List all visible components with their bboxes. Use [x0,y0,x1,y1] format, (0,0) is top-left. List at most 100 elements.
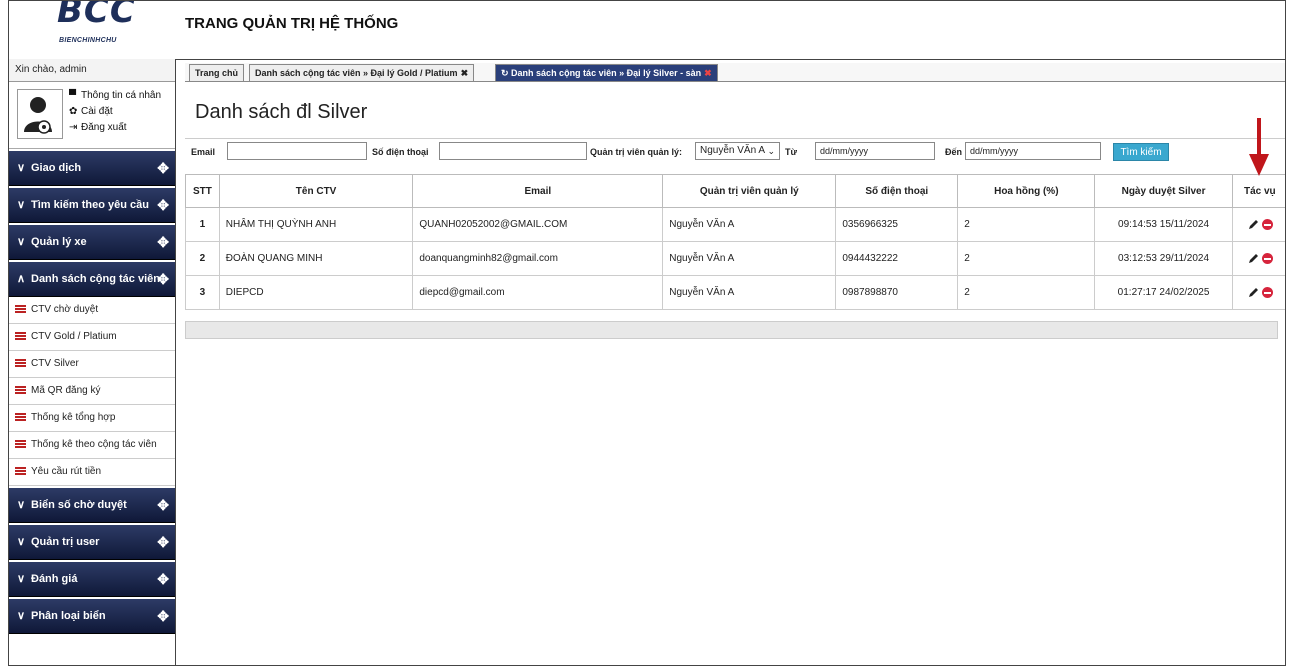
logout-link[interactable]: ⇥ Đăng xuất [69,120,161,136]
greeting: Xin chào, admin [9,59,175,82]
cell-stt: 1 [185,207,220,242]
tab-silver[interactable]: ↻ Danh sách cộng tác viên » Đại lý Silve… [495,64,718,81]
tab-label: Trang chủ [195,68,239,78]
edit-icon[interactable] [1247,219,1259,231]
col-admin: Quản trị viên quản lý [662,174,837,208]
cell-email: diepcd@gmail.com [412,275,664,310]
cell-email: doanquangminh82@gmail.com [412,241,664,276]
edit-icon[interactable] [1247,287,1259,299]
nav-section-quan-ly-xe[interactable]: ∨ Quản lý xe ✥ [9,225,175,260]
table-row: 3 DIEPCD diepcd@gmail.com Nguyễn VĂn A 0… [185,275,1285,310]
col-name: Tên CTV [218,174,414,208]
nav-section-danh-sach-ctv[interactable]: ∧ Danh sách cộng tác viên ✥ [9,262,175,297]
search-button[interactable]: Tìm kiếm [1113,143,1169,161]
move-icon: ✥ [157,571,169,587]
cell-commission: 2 [957,207,1096,242]
cell-actions [1231,241,1285,276]
cell-stt: 3 [185,275,220,310]
sidebar-item-ctv-silver[interactable]: CTV Silver [9,351,175,378]
phone-field[interactable] [439,142,587,160]
nav-section-label: Biển số chờ duyệt [31,499,127,511]
phone-label: Số điện thoại [372,147,429,157]
to-date-field[interactable] [965,142,1101,160]
list-icon [15,359,26,367]
list-icon [15,440,26,448]
cell-phone: 0356966325 [835,207,959,242]
list-icon [15,332,26,340]
annotation-arrow-icon [1249,118,1269,176]
nav-section-quan-tri-user[interactable]: ∨ Quản trị user ✥ [9,525,175,560]
nav-section-label: Quản lý xe [31,236,87,248]
cell-approved-date: 09:14:53 15/11/2024 [1094,207,1233,242]
sidebar-item-label: Thống kê tổng hợp [31,412,116,423]
close-icon[interactable]: ✖ [704,68,712,78]
cell-name: DIEPCD [218,275,414,310]
email-field[interactable] [227,142,367,160]
delete-icon[interactable] [1261,219,1273,230]
move-icon: ✥ [157,608,169,624]
sidebar-item-yeu-cau-rut-tien[interactable]: Yêu cầu rút tiền [9,459,175,486]
admin-select-value: Nguyễn VĂn A [700,145,766,156]
tab-label: Danh sách cộng tác viên » Đại lý Gold / … [255,68,458,78]
header: BCC BIENCHINHCHU TRANG QUẢN TRỊ HỆ THỐNG [9,1,1285,60]
nav-section-label: Phân loại biển [31,610,106,622]
profile-link[interactable]: ▀ Thông tin cá nhân [69,88,161,104]
move-icon: ✥ [157,160,169,176]
col-actions: Tác vụ [1231,174,1285,208]
sidebar-item-label: Mã QR đăng ký [31,385,101,396]
list-icon [15,467,26,475]
nav-section-danh-gia[interactable]: ∨ Đánh giá ✥ [9,562,175,597]
cell-commission: 2 [957,241,1096,276]
cell-admin: Nguyễn VĂn A [662,275,837,310]
page-title: Danh sách đl Silver [195,101,368,123]
list-icon [15,305,26,313]
chevron-down-icon: ∨ [17,573,26,585]
sidebar-item-ma-qr[interactable]: Mã QR đăng ký [9,378,175,405]
sidebar-item-label: Yêu cầu rút tiền [31,466,102,477]
close-icon[interactable]: ✖ [461,68,469,78]
nav-section-bien-so-cho-duyet[interactable]: ∨ Biển số chờ duyệt ✥ [9,488,175,523]
sidebar-item-thong-ke-tong-hop[interactable]: Thống kê tổng hợp [9,405,175,432]
filter-bar: Email Số điện thoại Quản trị viên quản l… [185,138,1285,169]
nav-section-tim-kiem[interactable]: ∨ Tìm kiếm theo yêu cầu ✥ [9,188,175,223]
edit-icon[interactable] [1247,253,1259,265]
move-icon: ✥ [157,534,169,550]
admin-select[interactable]: Nguyễn VĂn A ⌄ [695,142,780,160]
tab-home[interactable]: Trang chủ [189,64,245,81]
tab-bar: Trang chủ Danh sách cộng tác viên » Đại … [185,63,1285,82]
tab-gold-platium[interactable]: Danh sách cộng tác viên » Đại lý Gold / … [249,64,475,81]
profile-label: Thông tin cá nhân [81,90,162,101]
move-icon: ✥ [157,497,169,513]
logout-label: Đăng xuất [81,122,127,133]
from-date-field[interactable] [815,142,935,160]
admin-label: Quản trị viên quản lý: [590,147,683,157]
nav-section-label: Giao dịch [31,162,82,174]
cell-stt: 2 [185,241,220,276]
move-icon: ✥ [157,234,169,250]
logo-mark: BCC [57,0,136,31]
app-title: TRANG QUẢN TRỊ HỆ THỐNG [185,15,399,32]
list-icon [15,413,26,421]
delete-icon[interactable] [1261,253,1273,264]
col-stt: STT [185,174,220,208]
chevron-down-icon: ∨ [17,610,26,622]
nav-section-giao-dich[interactable]: ∨ Giao dịch ✥ [9,151,175,186]
delete-icon[interactable] [1261,287,1273,298]
to-label: Đến [945,147,963,157]
nav-section-phan-loai-bien[interactable]: ∨ Phân loại biển ✥ [9,599,175,634]
horizontal-scrollbar[interactable] [185,321,1278,339]
sidebar-item-ctv-gold[interactable]: CTV Gold / Platium [9,324,175,351]
nav-section-label: Tìm kiếm theo yêu cầu [31,199,149,211]
sidebar-item-ctv-cho-duyet[interactable]: CTV chờ duyệt [9,297,175,324]
sidebar-item-thong-ke-ctv[interactable]: Thống kê theo cộng tác viên [9,432,175,459]
nav-section-label: Đánh giá [31,573,78,585]
sidebar-item-label: CTV Gold / Platium [31,331,117,342]
col-phone: Số điện thoại [835,174,959,208]
from-label: Từ [785,147,798,157]
chevron-down-icon: ∨ [17,199,26,211]
move-icon: ✥ [157,271,169,287]
chevron-up-icon: ∧ [17,273,26,285]
settings-link[interactable]: ✿ Cài đặt [69,104,161,120]
chevron-down-icon: ∨ [17,499,26,511]
cell-email: QUANH02052002@GMAIL.COM [412,207,664,242]
